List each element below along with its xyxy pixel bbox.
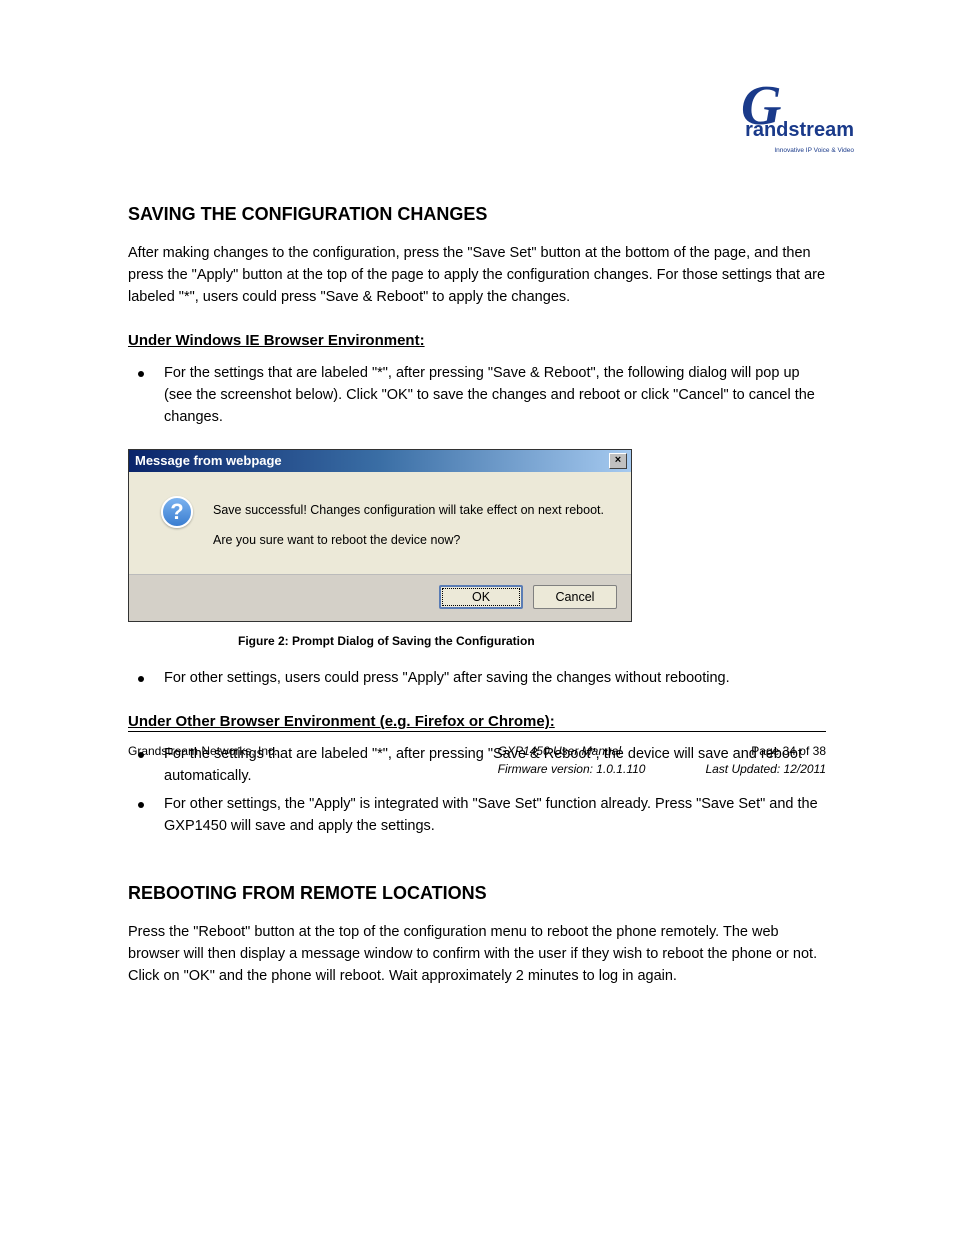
intro-paragraph: After making changes to the configuratio… (128, 243, 826, 308)
footer-firmware: Firmware version: 1.0.1.110 (498, 760, 646, 778)
footer-company: Grandstream Networks, Inc. (128, 742, 277, 760)
logo-tagline: Innovative IP Voice & Video (774, 147, 854, 154)
brand-logo: G randstream Innovative IP Voice & Video (749, 84, 854, 154)
figure-caption: Figure 2: Prompt Dialog of Saving the Co… (238, 634, 826, 648)
list-item: For other settings, users could press "A… (128, 668, 826, 690)
dialog-message-line1: Save successful! Changes configuration w… (213, 500, 604, 520)
dialog-body: ? Save successful! Changes configuration… (129, 472, 631, 574)
subsection-windows: Under Windows IE Browser Environment: (128, 332, 826, 349)
list-item: For the settings that are labeled "*", a… (128, 363, 826, 428)
dialog-message-line2: Are you sure want to reboot the device n… (213, 530, 604, 550)
bullet-icon (138, 371, 144, 377)
footer-date: Last Updated: 12/2011 (705, 760, 826, 778)
message-dialog: Message from webpage × ? Save successful… (128, 449, 632, 622)
list-item: For other settings, the "Apply" is integ… (128, 794, 826, 838)
bullet-text: For other settings, the "Apply" is integ… (164, 794, 826, 838)
dialog-button-row: OK Cancel (129, 574, 631, 621)
question-icon: ? (161, 496, 193, 528)
logo-brand-text: randstream (745, 119, 854, 142)
footer-manual-title: GXP1450 User Manual (498, 742, 646, 760)
bullet-icon (138, 802, 144, 808)
close-icon[interactable]: × (609, 453, 627, 469)
bullet-icon (138, 676, 144, 682)
cancel-button[interactable]: Cancel (533, 585, 617, 609)
reboot-paragraph: Press the "Reboot" button at the top of … (128, 922, 826, 987)
bullet-text: For the settings that are labeled "*", a… (164, 363, 826, 428)
footer-page-number: Page 34 of 38 (705, 742, 826, 760)
dialog-message: Save successful! Changes configuration w… (213, 500, 604, 550)
dialog-title: Message from webpage (135, 453, 282, 468)
section-title-saving: SAVING THE CONFIGURATION CHANGES (128, 204, 826, 225)
subsection-other-browsers: Under Other Browser Environment (e.g. Fi… (128, 713, 826, 730)
page-footer: Grandstream Networks, Inc. GXP1450 User … (128, 731, 826, 778)
section-title-rebooting: REBOOTING FROM REMOTE LOCATIONS (128, 883, 826, 904)
dialog-titlebar: Message from webpage × (129, 450, 631, 472)
bullet-text: For other settings, users could press "A… (164, 668, 730, 690)
ok-button[interactable]: OK (439, 585, 523, 609)
